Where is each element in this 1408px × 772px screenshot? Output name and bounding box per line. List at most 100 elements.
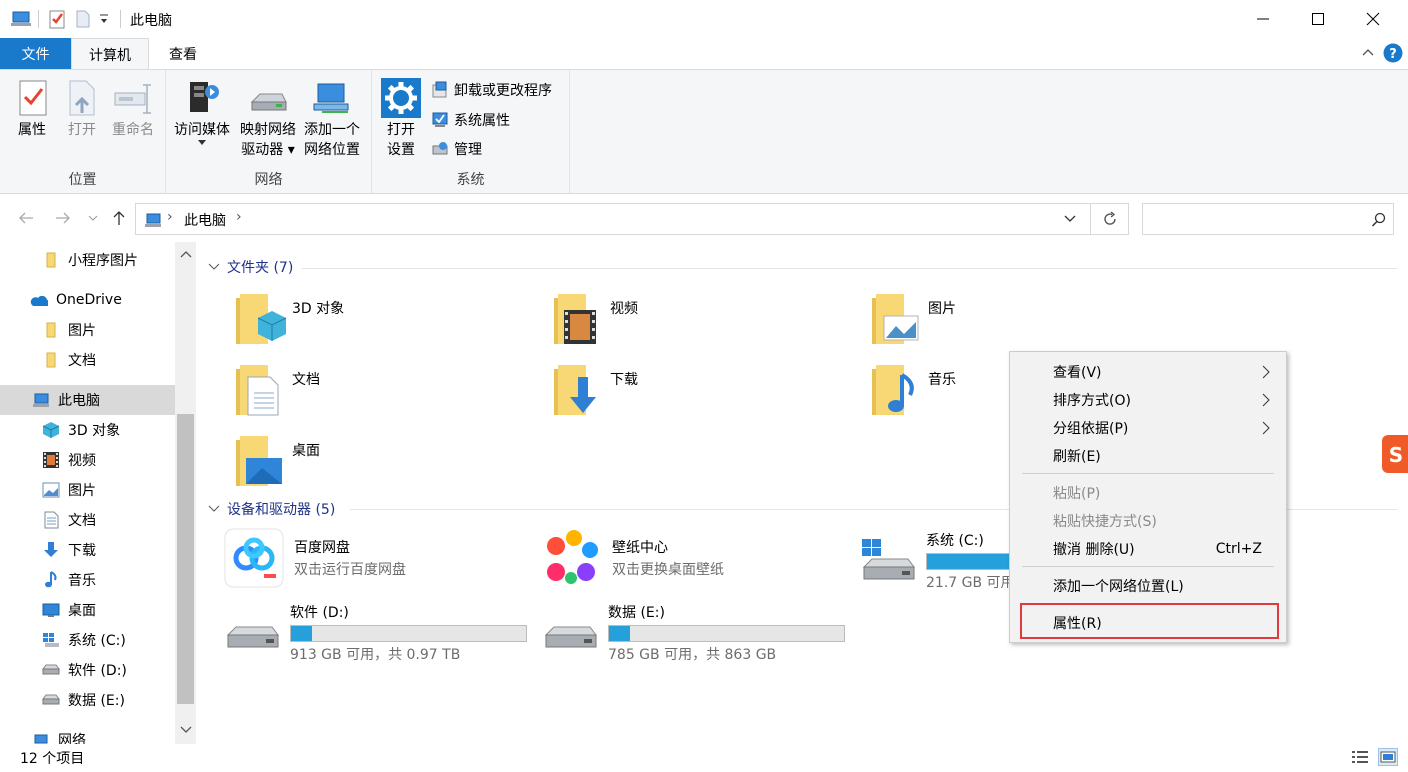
address-dropdown-chevron-icon[interactable] [1064,215,1076,223]
folders-group-title: 文件夹 (7) [227,260,294,276]
forward-arrow-icon[interactable] [51,206,75,230]
nav-item-pictures[interactable]: 图片 [0,475,175,505]
app-name: 百度网盘 [294,540,350,556]
nav-item-system-drive[interactable]: 系统 (C:) [0,625,175,655]
nav-item-label: 数据 (E:) [68,693,125,709]
nav-item-videos[interactable]: 视频 [0,445,175,475]
tab-view[interactable]: 查看 [150,38,216,69]
customize-qat-icon[interactable] [98,12,110,26]
open-settings-button[interactable]: 打开 设置 [380,76,422,160]
input-method-sogou-icon[interactable]: S [1382,435,1408,473]
menu-item-sort[interactable]: 排序方式(O) [1012,386,1284,414]
nav-item-music[interactable]: 音乐 [0,565,175,595]
nav-item-documents[interactable]: 文档 [0,505,175,535]
menu-item-paste-shortcut[interactable]: 粘贴快捷方式(S) [1012,507,1284,535]
access-media-button[interactable]: 访问媒体 [172,76,232,146]
properties-icon [12,76,52,120]
nav-item-software-drive[interactable]: 软件 (D:) [0,655,175,685]
minimize-button[interactable] [1240,0,1286,38]
menu-item-add-network-location[interactable]: 添加一个网络位置(L) [1012,572,1284,600]
search-input[interactable] [1142,203,1394,235]
folder-downloads[interactable]: 下载 [550,361,638,421]
tab-file[interactable]: 文件 [0,38,71,69]
menu-item-view[interactable]: 查看(V) [1012,358,1284,386]
folder-name: 文档 [292,372,320,388]
uninstall-programs-button[interactable]: 卸载或更改程序 [430,78,552,102]
folder-music[interactable]: 音乐 [868,361,956,421]
collapse-ribbon-icon[interactable] [1361,46,1375,58]
menu-item-group-by[interactable]: 分组依据(P) [1012,414,1284,442]
properties-icon[interactable] [47,9,67,29]
nav-item-label: 图片 [68,323,96,339]
nav-item-onedrive[interactable]: OneDrive [0,285,175,315]
folder-desktop[interactable]: 桌面 [232,432,320,492]
ribbon: 属性 打开 重命名 位置 访问媒体 映射网络 驱动器 ▾ 添加一个 网络位置 网… [0,69,1408,194]
uninstall-label: 卸载或更改程序 [454,83,552,99]
folder-name: 3D 对象 [292,301,345,317]
navigation-scrollbar[interactable] [175,242,196,744]
close-button[interactable] [1350,0,1396,38]
computer-icon [32,391,50,409]
breadcrumb-separator[interactable]: › [167,209,173,225]
rename-button[interactable]: 重命名 [108,76,158,140]
help-icon[interactable]: ? [1383,43,1403,63]
nav-item-desktop[interactable]: 桌面 [0,595,175,625]
properties-button[interactable]: 属性 [12,76,52,140]
details-view-icon[interactable] [1351,749,1369,765]
app-wallpaper-center[interactable]: 壁纸中心 双击更换桌面壁纸 [542,528,724,588]
scroll-down-chevron-icon[interactable] [180,726,192,734]
nav-item-label: 网络 [58,733,86,744]
menu-item-undo-delete[interactable]: 撤消 删除(U) Ctrl+Z [1012,535,1284,563]
nav-item-onedrive-documents[interactable]: 文档 [0,345,175,375]
folder-documents[interactable]: 文档 [232,361,320,421]
nav-item-data-drive[interactable]: 数据 (E:) [0,685,175,715]
manage-button[interactable]: 管理 [430,137,482,161]
title-bar: 此电脑 [0,0,1408,38]
nav-item-3d-objects[interactable]: 3D 对象 [0,415,175,445]
tab-computer[interactable]: 计算机 [71,38,149,70]
back-arrow-icon[interactable] [14,206,38,230]
add-network-location-button[interactable]: 添加一个 网络位置 [300,76,364,160]
folder-pictures[interactable]: 图片 [868,290,956,350]
folder-videos[interactable]: 视频 [550,290,638,350]
breadcrumb-separator[interactable]: › [236,209,242,225]
drive-d[interactable]: 软件 (D:) 913 GB 可用，共 0.97 TB [224,602,527,664]
app-baidu-netdisk[interactable]: 百度网盘 双击运行百度网盘 [224,528,406,588]
nav-item-miniprogram-images[interactable]: 小程序图片 [0,245,175,275]
refresh-button[interactable] [1091,203,1129,235]
recent-locations-chevron-icon[interactable] [86,206,100,230]
folder-3d-objects[interactable]: 3D 对象 [232,290,344,350]
rename-label: 重命名 [112,122,154,138]
folders-group-header[interactable]: 文件夹 (7) [208,255,293,279]
nav-item-label: 3D 对象 [68,423,121,439]
menu-item-label: 粘贴快捷方式(S) [1053,514,1157,530]
system-properties-button[interactable]: 系统属性 [430,108,510,132]
nav-item-onedrive-pictures[interactable]: 图片 [0,315,175,345]
open-settings-label-2: 设置 [387,142,415,158]
map-network-drive-button[interactable]: 映射网络 驱动器 ▾ [236,76,300,160]
new-folder-icon[interactable] [75,10,91,28]
up-arrow-icon[interactable] [108,206,130,230]
nav-item-network[interactable]: 网络 [0,725,175,744]
nav-item-this-pc[interactable]: 此电脑 [0,385,175,415]
folder-icon [42,351,60,369]
scrollbar-thumb[interactable] [177,414,194,704]
nav-item-downloads[interactable]: 下载 [0,535,175,565]
maximize-button[interactable] [1295,0,1341,38]
menu-item-refresh[interactable]: 刷新(E) [1012,442,1284,470]
3d-objects-icon [42,421,60,439]
computer-icon[interactable] [10,10,32,28]
menu-item-label: 粘贴(P) [1053,486,1101,502]
menu-item-paste[interactable]: 粘贴(P) [1012,479,1284,507]
open-button[interactable]: 打开 [62,76,102,140]
menu-item-label: 查看(V) [1053,365,1102,381]
breadcrumb-this-pc[interactable]: 此电脑 [184,210,226,230]
folder-name: 视频 [610,301,638,317]
scroll-up-chevron-icon[interactable] [180,250,192,258]
nav-item-label: 图片 [68,483,96,499]
address-bar[interactable]: › 此电脑 › [135,203,1091,235]
network-drive-icon [248,76,288,120]
large-icons-view-icon[interactable] [1378,748,1398,766]
drive-e[interactable]: 数据 (E:) 785 GB 可用，共 863 GB [542,602,845,664]
devices-group-header[interactable]: 设备和驱动器 (5) [208,497,335,521]
